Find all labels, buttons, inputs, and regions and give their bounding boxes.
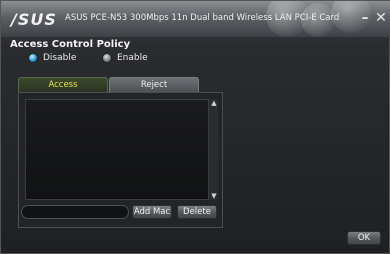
scroll-up-icon[interactable]: ▲ bbox=[209, 99, 219, 107]
tab-reject[interactable]: Reject bbox=[109, 77, 199, 92]
title-bar[interactable]: /SUS ASUS PCE-N53 300Mbps 11n Dual band … bbox=[1, 1, 390, 37]
scrollbar[interactable]: ▲ ▼ bbox=[208, 99, 218, 200]
mac-list[interactable] bbox=[25, 99, 218, 200]
asus-logo: /SUS bbox=[11, 10, 57, 29]
scroll-down-icon[interactable]: ▼ bbox=[209, 192, 219, 200]
minimize-icon[interactable]: – bbox=[358, 11, 372, 25]
close-icon[interactable]: ✕ bbox=[374, 11, 388, 25]
radio-label: Enable bbox=[117, 53, 148, 63]
radio-selected-icon bbox=[28, 53, 38, 63]
mac-address-input[interactable] bbox=[21, 205, 129, 219]
section-title: Access Control Policy bbox=[10, 39, 131, 50]
ok-button[interactable]: OK bbox=[347, 231, 381, 245]
tab-access[interactable]: Access bbox=[18, 77, 108, 92]
radio-unselected-icon bbox=[102, 53, 112, 63]
window-title: ASUS PCE-N53 300Mbps 11n Dual band Wirel… bbox=[65, 13, 340, 23]
delete-button[interactable]: Delete bbox=[177, 205, 217, 219]
radio-enable[interactable]: Enable bbox=[102, 52, 148, 64]
radio-label: Disable bbox=[43, 53, 77, 63]
radio-disable[interactable]: Disable bbox=[28, 52, 76, 64]
app-window: /SUS ASUS PCE-N53 300Mbps 11n Dual band … bbox=[0, 0, 390, 254]
add-mac-button[interactable]: Add Mac bbox=[132, 205, 172, 219]
